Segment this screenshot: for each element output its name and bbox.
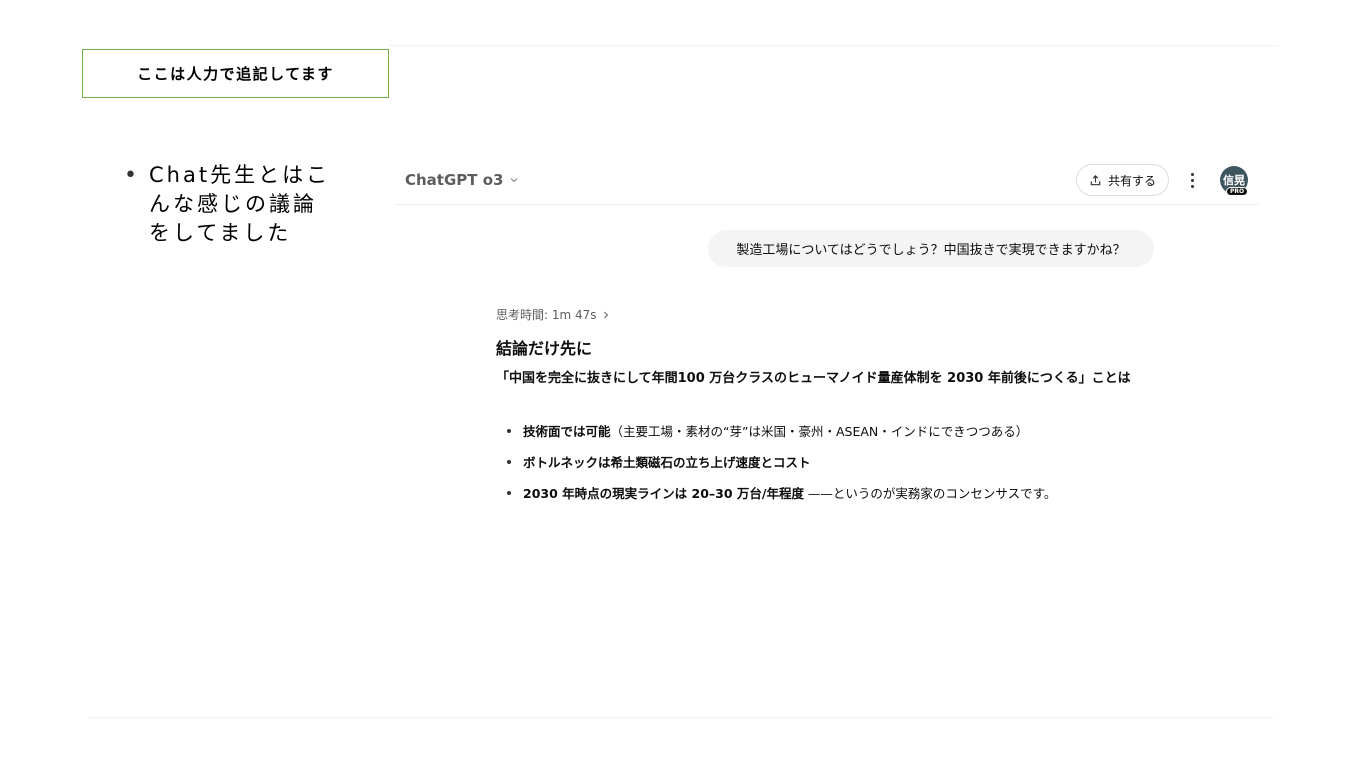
chevron-right-icon	[603, 311, 608, 318]
slide: ここは人力で追記してます • Chat先生とはこんな感じの議論をしてました Ch…	[0, 0, 1361, 765]
list-item: ボトルネックは希土類磁石の立ち上げ速度とコスト	[506, 452, 1166, 473]
slide-bullet: • Chat先生とはこんな感じの議論をしてました	[124, 161, 339, 248]
list-item-rest: ——というのが実務家のコンセンサスです。	[803, 486, 1057, 501]
chat-header: ChatGPT o3 共有する 信晃 PRO	[396, 158, 1258, 205]
chevron-down-icon	[511, 178, 518, 183]
pro-badge: PRO	[1226, 187, 1248, 196]
answer-heading: 結論だけ先に	[496, 339, 593, 358]
user-message-bubble: 製造工場についてはどうでしょう？中国抜きで実現できますかね？	[708, 230, 1154, 267]
thinking-time-toggle[interactable]: 思考時間: 1m 47s	[496, 306, 611, 323]
more-vertical-icon[interactable]	[1184, 170, 1200, 190]
thinking-time-text: 思考時間: 1m 47s	[496, 308, 597, 322]
model-selector[interactable]: ChatGPT o3	[405, 171, 520, 189]
avatar-text: 信晃	[1223, 174, 1245, 187]
model-name: ChatGPT o3	[405, 171, 504, 189]
list-item-bold: 2030 年時点の現実ラインは 20–30 万台/年程度	[523, 486, 804, 501]
list-item-rest: （主要工場・素材の“芽”は米国・豪州・ASEAN・インドにできつつある）	[610, 424, 1029, 439]
share-label: 共有する	[1107, 173, 1156, 188]
list-item-bold: 技術面では可能	[523, 424, 611, 439]
annotation-note: ここは人力で追記してます	[82, 49, 389, 98]
answer-lead: 「中国を完全に抜きにして年間100 万台クラスのヒューマノイド量産体制を 203…	[496, 371, 1131, 386]
answer-list: 技術面では可能（主要工場・素材の“芽”は米国・豪州・ASEAN・インドにできつつ…	[506, 421, 1166, 514]
bottom-divider	[88, 717, 1274, 718]
user-message-text: 製造工場についてはどうでしょう？中国抜きで実現できますかね？	[736, 243, 1126, 258]
annotation-note-text: ここは人力で追記してます	[137, 65, 334, 83]
slide-bullet-text: Chat先生とはこんな感じの議論をしてました	[149, 163, 331, 245]
bullet-marker: •	[124, 163, 137, 188]
list-item-bold: ボトルネックは希土類磁石の立ち上げ速度とコスト	[523, 455, 811, 470]
top-divider	[388, 45, 1278, 46]
share-icon	[1090, 174, 1101, 185]
list-item: 2030 年時点の現実ラインは 20–30 万台/年程度 ——というのが実務家の…	[506, 483, 1166, 504]
share-button[interactable]: 共有する	[1076, 164, 1169, 196]
list-item: 技術面では可能（主要工場・素材の“芽”は米国・豪州・ASEAN・インドにできつつ…	[506, 421, 1166, 442]
